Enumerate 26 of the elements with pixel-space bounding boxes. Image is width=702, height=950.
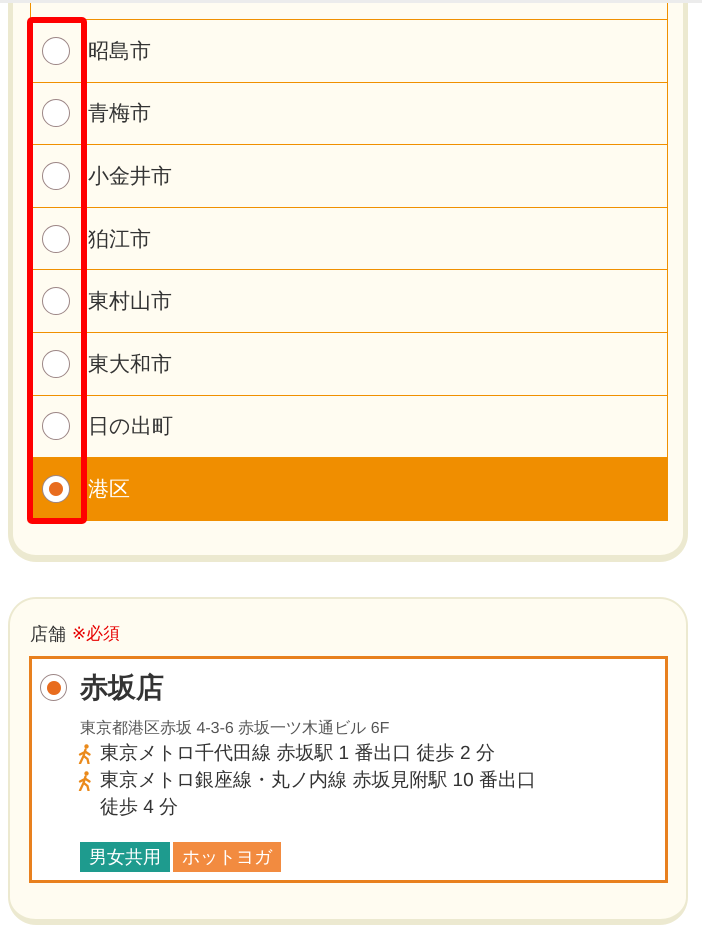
walking-person-icon bbox=[78, 770, 92, 791]
area-option[interactable]: 狛江市 bbox=[31, 208, 667, 270]
field-label: 店舗 bbox=[30, 622, 66, 646]
radio-button[interactable] bbox=[42, 36, 70, 65]
required-note: ※必須 bbox=[72, 623, 120, 646]
radio-button[interactable] bbox=[42, 287, 70, 316]
walking-person-icon bbox=[78, 744, 92, 764]
radio-button[interactable] bbox=[42, 224, 70, 253]
access-text: 東京メトロ銀座線・丸ノ内線 赤坂見附駅 10 番出口 徒歩 4 分 bbox=[100, 768, 537, 820]
store-name: 赤坂店 bbox=[80, 670, 164, 705]
radio-button[interactable] bbox=[42, 412, 70, 440]
radio-button[interactable] bbox=[42, 99, 70, 128]
radio-button[interactable] bbox=[42, 350, 70, 378]
store-address: 東京都港区赤坂 4-3-6 赤坂一ツ木通ビル 6F bbox=[80, 718, 390, 739]
area-option[interactable]: 東村山市 bbox=[31, 270, 667, 333]
radio-button[interactable] bbox=[42, 162, 70, 190]
radio-button[interactable] bbox=[42, 474, 70, 503]
feature-tag: 男女共用 bbox=[80, 842, 170, 872]
store-option[interactable]: 赤坂店 東京都港区赤坂 4-3-6 赤坂一ツ木通ビル 6F 東京メトロ千代田線 赤坂駅 1 番出口 徒歩 2 分 東京メトロ銀座線・丸ノ内線 赤坂見附駅 10 番出口 徒歩 4 分 男女共用 ホットヨガ bbox=[29, 656, 668, 883]
radio-button[interactable] bbox=[40, 674, 67, 702]
access-text: 東京メトロ千代田線 赤坂駅 1 番出口 徒歩 2 分 bbox=[100, 742, 495, 766]
area-option[interactable]: 青梅市 bbox=[31, 82, 667, 146]
area-option[interactable]: 小金井市 bbox=[31, 145, 667, 208]
feature-tag: ホットヨガ bbox=[173, 842, 281, 872]
area-option[interactable]: 東大和市 bbox=[31, 332, 667, 396]
area-option[interactable]: 昭島市 bbox=[31, 20, 667, 83]
